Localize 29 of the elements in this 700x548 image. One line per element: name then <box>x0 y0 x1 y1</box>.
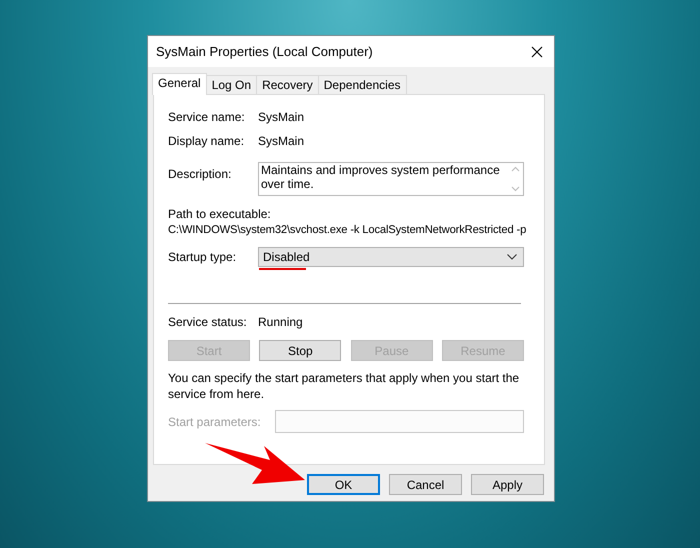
start-parameters-field[interactable] <box>275 410 524 433</box>
help-text: You can specify the start parameters that apply when you start the service from here. <box>168 370 520 402</box>
close-icon[interactable] <box>531 46 543 58</box>
scroll-up-icon[interactable] <box>511 166 520 172</box>
chevron-down-icon <box>507 254 517 260</box>
description-field[interactable]: Maintains and improves system performance over time. <box>258 162 524 196</box>
tab[interactable]: General <box>152 73 207 95</box>
field-label: Description: <box>168 167 232 181</box>
field-value: Running <box>258 315 303 329</box>
dialog-button[interactable]: Cancel <box>389 474 462 495</box>
field-label: Service status: <box>168 315 248 329</box>
window-title: SysMain Properties (Local Computer) <box>156 44 373 59</box>
dialog-button[interactable]: OK <box>307 474 380 495</box>
tab[interactable]: Dependencies <box>318 75 406 94</box>
field-label: Start parameters: <box>168 414 261 428</box>
field-label: Display name: <box>168 134 246 148</box>
field-label: Service name: <box>168 110 246 124</box>
tab[interactable]: Recovery <box>256 75 319 94</box>
path-text: C:\WINDOWS\system32\svchost.exe -k LocalSystemNetworkRestricted -p <box>168 224 524 236</box>
service-control-button[interactable]: Stop <box>259 340 342 361</box>
startup-type-dropdown[interactable]: Disabled <box>258 247 524 267</box>
tab[interactable]: Log On <box>206 75 258 94</box>
scroll-down-icon[interactable] <box>511 186 520 192</box>
field-label: Path to executable: <box>168 207 272 221</box>
field-value: SysMain <box>258 134 304 148</box>
field-label: Startup type: <box>168 250 238 264</box>
underline-annotation <box>259 268 306 270</box>
field-value: SysMain <box>258 110 304 124</box>
dialog-button[interactable]: Apply <box>471 474 544 495</box>
